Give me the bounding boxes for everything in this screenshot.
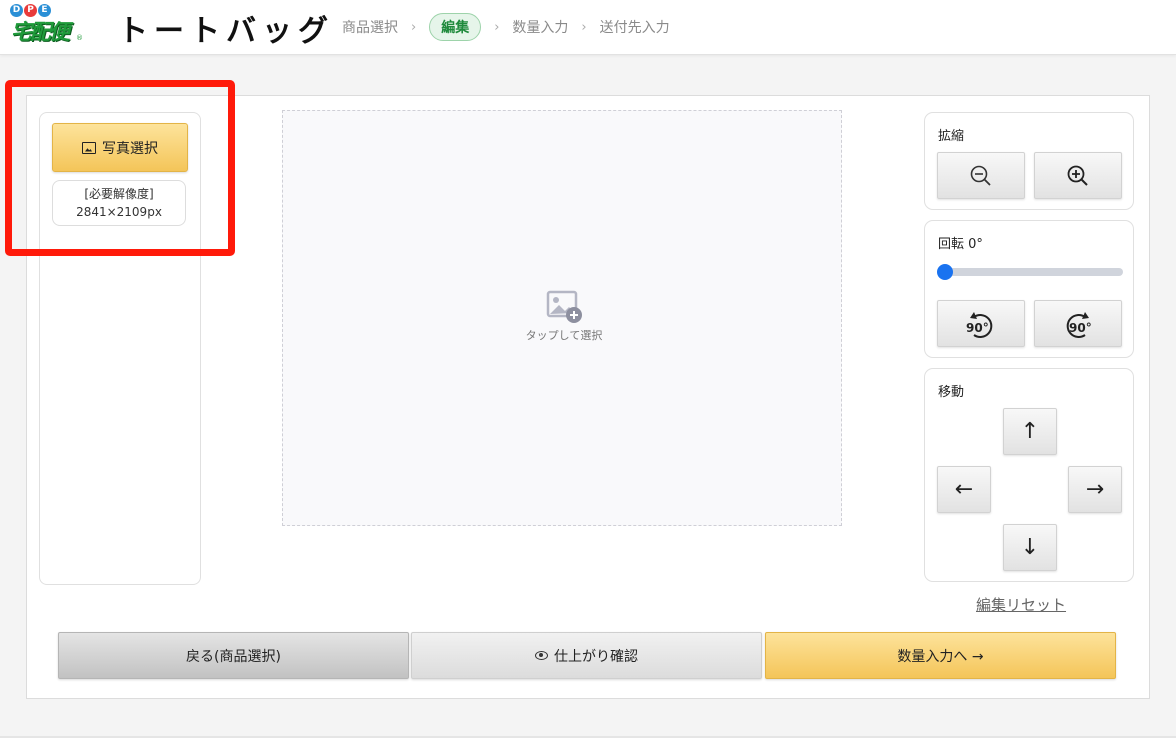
app-header: D P E 宅配便 ® トートバッグ 商品選択 › 編集 › 数量入力 › 送付… — [0, 0, 1176, 55]
breadcrumb: 商品選択 › 編集 › 数量入力 › 送付先入力 — [342, 12, 670, 42]
highlight-box — [5, 80, 235, 256]
preview-button[interactable]: 仕上がり確認 — [411, 632, 762, 679]
rotate-right-button[interactable]: 90° — [1034, 300, 1122, 347]
next-button[interactable]: 数量入力へ → — [765, 632, 1116, 679]
breadcrumb-item-quantity: 数量入力 — [512, 20, 569, 36]
canvas-placeholder[interactable]: タップして選択 — [509, 289, 619, 343]
eye-icon — [535, 651, 548, 660]
logo-registered-mark: ® — [76, 34, 83, 42]
rotate-right-label: 90° — [1069, 321, 1092, 335]
zoom-out-icon — [970, 165, 991, 186]
add-image-icon — [546, 289, 582, 325]
move-label: 移動 — [938, 385, 965, 400]
move-right-button[interactable]: → — [1068, 466, 1122, 513]
image-canvas[interactable]: タップして選択 — [282, 110, 842, 526]
zoom-out-button[interactable] — [937, 152, 1025, 199]
next-button-label: 数量入力へ → — [897, 648, 984, 665]
edit-reset-link[interactable]: 編集リセット — [976, 594, 1066, 615]
rotate-left-label: 90° — [966, 321, 989, 335]
rotate-right-icon: 90° — [1066, 311, 1092, 338]
move-down-button[interactable]: ↓ — [1003, 524, 1057, 571]
rotate-left-button[interactable]: 90° — [937, 300, 1025, 347]
rotate-slider-thumb[interactable] — [937, 264, 953, 280]
zoom-in-button[interactable] — [1034, 152, 1122, 199]
breadcrumb-item-product-select[interactable]: 商品選択 — [342, 17, 398, 37]
arrow-right-icon: → — [1085, 477, 1105, 502]
back-button-label: 戻る(商品選択) — [186, 648, 281, 665]
dpe-logo[interactable]: D P E 宅配便 ® — [10, 4, 84, 44]
placeholder-text: タップして選択 — [525, 329, 603, 342]
arrow-down-icon: ↓ — [1020, 535, 1040, 560]
rotate-label: 回転 0° — [938, 237, 983, 252]
breadcrumb-separator-icon: › — [411, 19, 417, 35]
breadcrumb-separator-icon: › — [494, 19, 500, 35]
breadcrumb-separator-icon: › — [581, 19, 587, 35]
zoom-label: 拡縮 — [938, 129, 965, 144]
arrow-up-icon: ↑ — [1020, 419, 1040, 444]
back-button[interactable]: 戻る(商品選択) — [58, 632, 409, 679]
move-up-button[interactable]: ↑ — [1003, 408, 1057, 455]
rotate-left-icon: 90° — [966, 311, 993, 338]
breadcrumb-item-edit: 編集 — [429, 13, 482, 41]
arrow-left-icon: ← — [954, 477, 974, 502]
logo-wordmark: 宅配便 — [11, 20, 70, 44]
zoom-in-icon — [1067, 165, 1088, 186]
preview-button-label: 仕上がり確認 — [554, 648, 638, 665]
page-title: トートバッグ — [118, 14, 334, 49]
rotate-slider[interactable] — [937, 264, 1123, 280]
move-left-button[interactable]: ← — [937, 466, 991, 513]
breadcrumb-item-shipping: 送付先入力 — [599, 20, 670, 36]
